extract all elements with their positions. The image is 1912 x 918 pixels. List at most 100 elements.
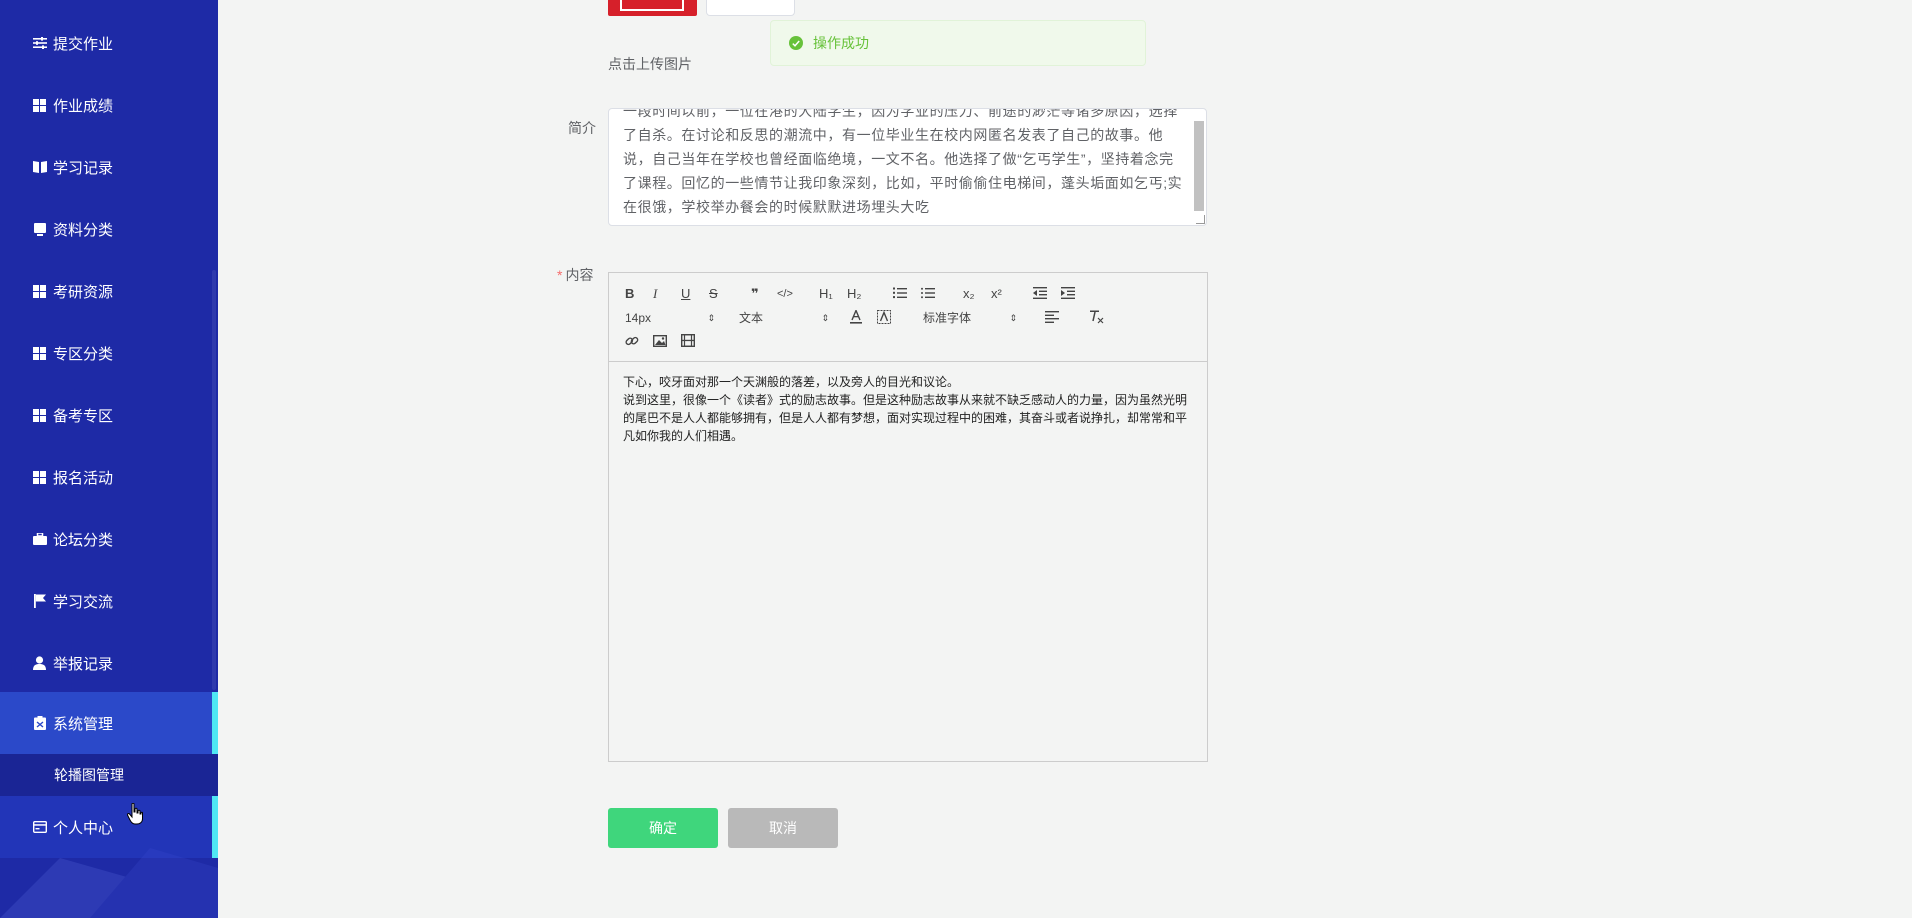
editor-content[interactable]: 下心，咬牙面对那一个天渊般的落差，以及旁人的目光和议论。 说到这里，很像一个《读…	[623, 373, 1193, 445]
uploaded-image-thumbnail[interactable]	[608, 0, 697, 16]
sidebar-item-material-categories[interactable]: 资料分类	[0, 198, 218, 260]
outdent-button[interactable]	[1033, 286, 1047, 304]
outdent-icon	[1033, 287, 1047, 299]
indent-icon	[1061, 287, 1075, 299]
sidebar-item-registration-activities[interactable]: 报名活动	[0, 446, 218, 508]
sidebar-item-study-exchange[interactable]: 学习交流	[0, 570, 218, 632]
sidebar-item-label: 考研资源	[53, 283, 114, 301]
code-block-button[interactable]: </>	[777, 285, 793, 303]
toast-message: 操作成功	[813, 35, 869, 51]
sidebar-item-label: 个人中心	[53, 819, 114, 837]
user-icon	[32, 656, 47, 671]
font-family-value: 标准字体	[923, 311, 972, 325]
sidebar-item-label: 报名活动	[53, 469, 114, 487]
text-color-icon	[850, 308, 862, 324]
upload-image-button[interactable]	[706, 0, 795, 16]
select-caret-icon: ⇕	[1009, 313, 1017, 323]
book-icon	[32, 160, 47, 175]
sidebar-item-submit-homework[interactable]: 提交作业	[0, 12, 218, 74]
sidebar-item-exam-resources[interactable]: 考研资源	[0, 260, 218, 322]
italic-button[interactable]: I	[653, 285, 657, 303]
link-icon	[625, 336, 639, 346]
bold-button[interactable]: B	[625, 285, 634, 303]
rich-text-editor: B I U S ❞ </> H₁ H₂ x₂ x² 14px ⇕ 文本 ⇕ 标准…	[608, 272, 1208, 762]
resize-handle[interactable]	[1196, 215, 1205, 224]
strike-button[interactable]: S	[709, 285, 718, 303]
font-size-select[interactable]: 14px ⇕	[625, 309, 715, 327]
sidebar-item-label: 作业成绩	[53, 97, 114, 115]
sidebar-item-exam-prep-zone[interactable]: 备考专区	[0, 384, 218, 446]
card-icon	[32, 820, 47, 835]
header-1-button[interactable]: H₁	[819, 285, 833, 303]
bullet-list-button[interactable]	[921, 286, 935, 304]
sidebar: 提交作业 作业成绩 学习记录 资料分类 考研资源 专区分类 备考专区 报名活动 …	[0, 0, 218, 918]
header-value: 文本	[739, 311, 764, 325]
background-color-icon	[877, 310, 891, 324]
editor-toolbar: B I U S ❞ </> H₁ H₂ x₂ x² 14px ⇕ 文本 ⇕ 标准…	[609, 273, 1207, 362]
content-label: * 内容	[557, 265, 593, 285]
sidebar-item-system-management[interactable]: 系统管理	[0, 692, 218, 754]
header-2-button[interactable]: H₂	[847, 285, 861, 303]
sidebar-item-zone-categories[interactable]: 专区分类	[0, 322, 218, 384]
check-circle-icon	[789, 36, 803, 50]
clipboard-icon	[32, 716, 47, 731]
clear-format-button[interactable]	[1089, 310, 1104, 328]
align-left-icon	[1045, 311, 1059, 323]
insert-video-button[interactable]	[680, 333, 696, 352]
editor-paragraph: 下心，咬牙面对那一个天渊般的落差，以及旁人的目光和议论。	[623, 375, 960, 389]
blockquote-button[interactable]: ❞	[751, 285, 759, 303]
font-size-value: 14px	[625, 311, 652, 325]
intro-scrollbar[interactable]	[1194, 121, 1204, 211]
cancel-button[interactable]: 取消	[728, 808, 838, 848]
sidebar-item-study-records[interactable]: 学习记录	[0, 136, 218, 198]
select-caret-icon: ⇕	[707, 313, 715, 323]
underline-button[interactable]: U	[681, 285, 690, 303]
image-icon	[652, 334, 668, 348]
ordered-list-icon	[893, 287, 907, 299]
sidebar-item-label: 提交作业	[53, 35, 114, 53]
sidebar-item-label: 资料分类	[53, 221, 114, 239]
sidebar-item-label: 专区分类	[53, 345, 114, 363]
sidebar-item-label: 学习记录	[53, 159, 114, 177]
upload-hint: 点击上传图片	[608, 56, 692, 72]
select-caret-icon: ⇕	[821, 313, 829, 323]
ordered-list-button[interactable]	[893, 286, 907, 304]
background-color-button[interactable]	[877, 310, 891, 328]
video-icon	[680, 333, 696, 348]
sidebar-item-label: 举报记录	[53, 655, 114, 673]
intro-text: 一段时间以前，一位在港的大陆学生，因为学业的压力、前途的渺茫等诸多原因，选择了自…	[623, 108, 1183, 215]
editor-paragraph: 说到这里，很像一个《读者》式的励志故事。但是这种励志故事从来就不缺乏感动人的力量…	[623, 393, 1188, 443]
grid-icon	[32, 98, 47, 113]
header-select[interactable]: 文本 ⇕	[739, 309, 829, 327]
superscript-button[interactable]: x²	[991, 285, 1002, 303]
sidebar-item-forum-categories[interactable]: 论坛分类	[0, 508, 218, 570]
font-family-select[interactable]: 标准字体 ⇕	[923, 309, 1017, 327]
indent-button[interactable]	[1061, 286, 1075, 304]
sidebar-item-label: 论坛分类	[53, 531, 114, 549]
text-color-button[interactable]	[849, 308, 863, 328]
insert-image-button[interactable]	[652, 334, 668, 352]
sidebar-subitem-carousel-management[interactable]: 轮播图管理	[0, 754, 218, 796]
sidebar-item-homework-grades[interactable]: 作业成绩	[0, 74, 218, 136]
confirm-button[interactable]: 确定	[608, 808, 718, 848]
sidebar-subitem-label: 轮播图管理	[54, 767, 124, 783]
intro-textarea[interactable]: 一段时间以前，一位在港的大陆学生，因为学业的压力、前途的渺茫等诸多原因，选择了自…	[608, 108, 1207, 226]
clear-format-icon	[1090, 310, 1104, 324]
grid-icon	[32, 284, 47, 299]
success-toast: 操作成功	[770, 20, 1146, 66]
tablet-icon	[32, 222, 47, 237]
required-mark: *	[557, 267, 563, 283]
grid-icon	[32, 470, 47, 485]
sidebar-item-report-records[interactable]: 举报记录	[0, 632, 218, 694]
sidebar-decoration	[0, 848, 218, 918]
subscript-button[interactable]: x₂	[963, 285, 975, 303]
grid-icon	[32, 346, 47, 361]
bullet-list-icon	[921, 287, 935, 299]
align-button[interactable]	[1045, 310, 1059, 328]
content-label-text: 内容	[565, 267, 594, 283]
flag-icon	[32, 594, 47, 609]
insert-link-button[interactable]	[625, 334, 639, 352]
sidebar-item-label: 学习交流	[53, 593, 114, 611]
sidebar-item-label: 系统管理	[53, 715, 114, 733]
intro-label: 简介	[568, 120, 596, 136]
